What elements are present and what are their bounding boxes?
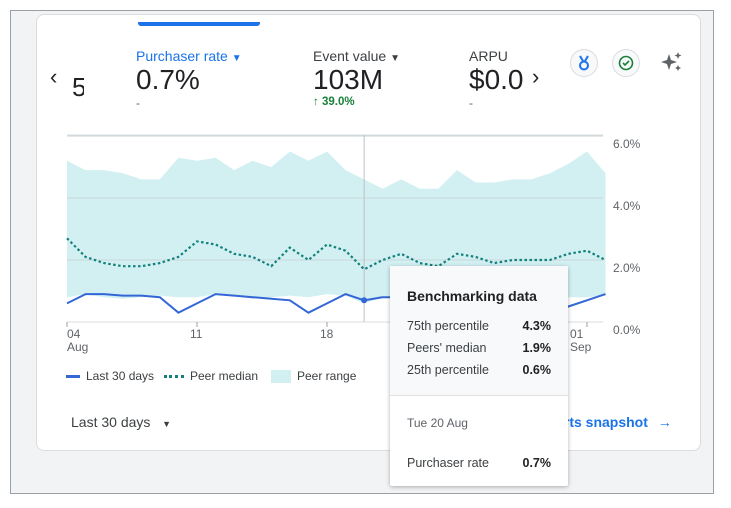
tooltip-date: Tue 20 Aug xyxy=(407,416,468,430)
date-range-dropdown[interactable]: Last 30 days ▼ xyxy=(71,414,171,430)
legend-peer-median: Peer median xyxy=(164,369,258,383)
tooltip-title: Benchmarking data xyxy=(407,288,537,304)
hover-point xyxy=(361,297,368,304)
y-tick-label: 2.0% xyxy=(613,261,641,275)
tooltip-row: 25th percentile 0.6% xyxy=(407,363,551,377)
chart-tooltip: Benchmarking data 75th percentile 4.3% Pe… xyxy=(390,266,568,486)
y-tick-label: 0.0% xyxy=(613,323,641,337)
x-tick-label: 18 xyxy=(320,327,334,341)
legend-peer-range: Peer range xyxy=(271,369,356,383)
tooltip-metric-label: Purchaser rate xyxy=(407,456,489,470)
tooltip-row: Peers' median 1.9% xyxy=(407,341,551,355)
y-tick-label: 4.0% xyxy=(613,199,641,213)
x-tick-label: 11 xyxy=(190,327,203,341)
legend-last-30-days: Last 30 days xyxy=(66,369,154,383)
chart xyxy=(66,134,607,327)
dropdown-arrow-icon: ▼ xyxy=(162,419,171,429)
x-tick-label: 01 Sep xyxy=(570,327,592,354)
y-tick-label: 6.0% xyxy=(613,137,641,151)
arrow-right-icon: → xyxy=(657,414,672,430)
tooltip-metric-value: 0.7% xyxy=(522,456,552,470)
tooltip-row: 75th percentile 4.3% xyxy=(407,319,551,333)
x-tick-label: 04 Aug xyxy=(67,327,89,354)
